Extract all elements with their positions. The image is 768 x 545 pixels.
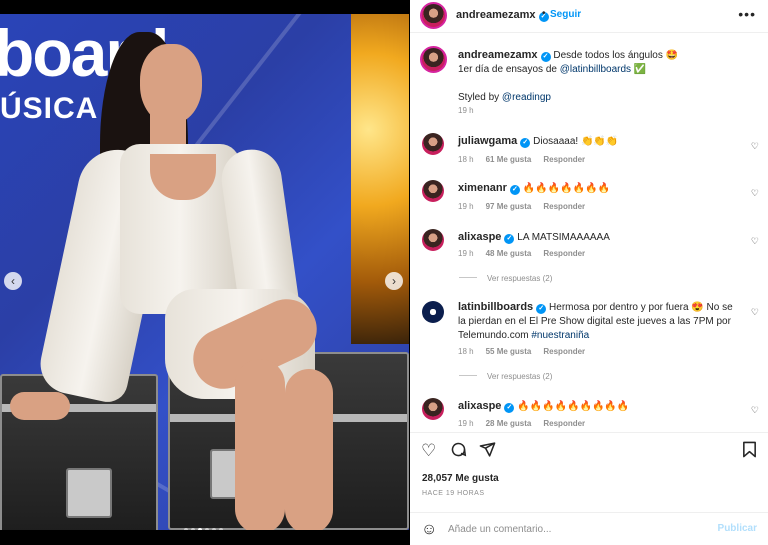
comment-username[interactable]: ximenanr ✓ <box>458 182 520 195</box>
publish-button[interactable]: Publicar <box>718 523 757 534</box>
reply-button[interactable]: Responder <box>543 249 585 258</box>
mention-link[interactable]: @readingp <box>502 92 551 103</box>
carousel-dot <box>219 528 223 530</box>
post-header: andreamezamx ✓ • Seguir ••• <box>410 0 768 33</box>
carousel-dot <box>205 528 209 530</box>
comment-input[interactable] <box>448 521 698 537</box>
comment-text-line1: Hermosa por dentro y por fuera 😍 No se <box>549 302 733 313</box>
comment-text: 🔥🔥🔥🔥🔥🔥🔥🔥🔥 <box>517 401 630 412</box>
verified-badge-icon: ✓ <box>540 52 551 62</box>
comment-likes[interactable]: 48 Me gusta <box>486 249 532 258</box>
comment-meta: 19 h 28 Me gusta Responder <box>458 419 586 428</box>
comment-username[interactable]: alixaspe ✓ <box>458 231 515 244</box>
comment-bar: ☺ Publicar <box>410 512 768 545</box>
comment-username[interactable]: latinbillboards ✓ <box>458 301 547 314</box>
carousel-dot <box>184 528 188 530</box>
caption-line2-prefix: 1er día de ensayos de <box>458 64 560 75</box>
avatar[interactable] <box>422 398 444 420</box>
emoji-icon[interactable]: ☺ <box>421 521 437 539</box>
avatar[interactable] <box>422 229 444 251</box>
comment: alixaspe ✓ LA MATSIMAAAAAA <box>458 230 758 245</box>
comment: alixaspe ✓ 🔥🔥🔥🔥🔥🔥🔥🔥🔥 <box>458 399 758 414</box>
prev-photo-button[interactable]: ‹ <box>4 272 22 290</box>
caption-time: 19 h <box>458 106 474 115</box>
comment-meta: 18 h 61 Me gusta Responder <box>458 155 586 164</box>
caption-line1: Desde todos los ángulos 🤩 <box>553 50 679 61</box>
carousel-dot <box>191 528 195 530</box>
comment-likes[interactable]: 97 Me gusta <box>486 202 532 211</box>
bookmark-icon[interactable] <box>742 441 757 463</box>
person-figure <box>0 14 409 530</box>
like-comment-icon[interactable]: ♡ <box>751 405 759 416</box>
avatar[interactable] <box>420 46 447 73</box>
more-options-icon[interactable]: ••• <box>738 6 756 22</box>
avatar[interactable] <box>420 2 447 29</box>
carousel-indicator <box>184 528 223 530</box>
avatar[interactable] <box>422 133 444 155</box>
comment-meta: 19 h 48 Me gusta Responder <box>458 249 586 258</box>
caption-line2-suffix: ✅ <box>631 64 647 75</box>
comment-icon[interactable] <box>450 441 467 463</box>
comment-text-line3: Telemundo.com <box>458 330 532 341</box>
verified-badge-icon: ✓ <box>520 138 531 148</box>
like-comment-icon[interactable]: ♡ <box>751 307 759 318</box>
comment-text: Diosaaaa! 👏👏👏 <box>533 136 619 147</box>
carousel-dot <box>198 528 202 530</box>
view-replies-button[interactable]: Ver respuestas (2) <box>459 274 552 283</box>
like-comment-icon[interactable]: ♡ <box>751 188 759 199</box>
reply-button[interactable]: Responder <box>543 347 585 356</box>
next-photo-button[interactable]: › <box>385 272 403 290</box>
carousel-dot <box>212 528 216 530</box>
reply-button[interactable]: Responder <box>543 155 585 164</box>
comment: latinbillboards ✓ Hermosa por dentro y p… <box>458 300 758 343</box>
comment-username[interactable]: alixaspe ✓ <box>458 400 515 413</box>
like-comment-icon[interactable]: ♡ <box>751 141 759 152</box>
post-caption: andreamezamx ✓ Desde todos los ángulos 🤩… <box>458 48 758 105</box>
reply-button[interactable]: Responder <box>543 419 585 428</box>
post-photo: board ÚSICA NA ‹ › <box>0 14 409 530</box>
reply-button[interactable]: Responder <box>543 202 585 211</box>
like-comment-icon[interactable]: ♡ <box>751 236 759 247</box>
comment: ximenanr ✓ 🔥🔥🔥🔥🔥🔥🔥 <box>458 181 758 196</box>
comment-meta: 18 h 55 Me gusta Responder <box>458 347 586 356</box>
author-username[interactable]: andreamezamx ✓ <box>456 9 549 22</box>
caption-styled-prefix: Styled by <box>458 92 502 103</box>
follow-button[interactable]: Seguir <box>550 9 581 20</box>
caption-username[interactable]: andreamezamx ✓ <box>458 49 551 62</box>
mention-link[interactable]: @latinbillboards <box>560 64 631 75</box>
avatar[interactable] <box>422 180 444 202</box>
share-icon[interactable] <box>479 441 496 463</box>
comment-text-line2: la pierdan en el El Pre Show digital est… <box>458 316 731 327</box>
avatar[interactable] <box>422 301 444 323</box>
heart-icon[interactable]: ♡ <box>421 441 436 461</box>
comment-meta: 19 h 97 Me gusta Responder <box>458 202 586 211</box>
verified-badge-icon: ✓ <box>504 403 515 413</box>
likes-count[interactable]: 28,057 Me gusta <box>422 473 499 484</box>
post-time: HACE 19 HORAS <box>422 490 485 497</box>
verified-badge-icon: ✓ <box>536 304 547 314</box>
comment-text: LA MATSIMAAAAAA <box>517 232 610 243</box>
comment-text: 🔥🔥🔥🔥🔥🔥🔥 <box>522 183 610 194</box>
comment-likes[interactable]: 28 Me gusta <box>486 419 532 428</box>
hashtag-link[interactable]: #nuestraniña <box>531 330 589 341</box>
comment-username[interactable]: juliawgama ✓ <box>458 135 531 148</box>
comment: juliawgama ✓ Diosaaaa! 👏👏👏 <box>458 134 758 149</box>
verified-badge-icon: ✓ <box>504 234 515 244</box>
view-replies-button[interactable]: Ver respuestas (2) <box>459 372 552 381</box>
comment-likes[interactable]: 61 Me gusta <box>486 155 532 164</box>
post-sidebar: andreamezamx ✓ • Seguir ••• andreamezamx… <box>410 0 768 545</box>
comment-likes[interactable]: 55 Me gusta <box>486 347 532 356</box>
verified-badge-icon: ✓ <box>509 185 520 195</box>
post-actions: ♡ <box>410 432 768 472</box>
